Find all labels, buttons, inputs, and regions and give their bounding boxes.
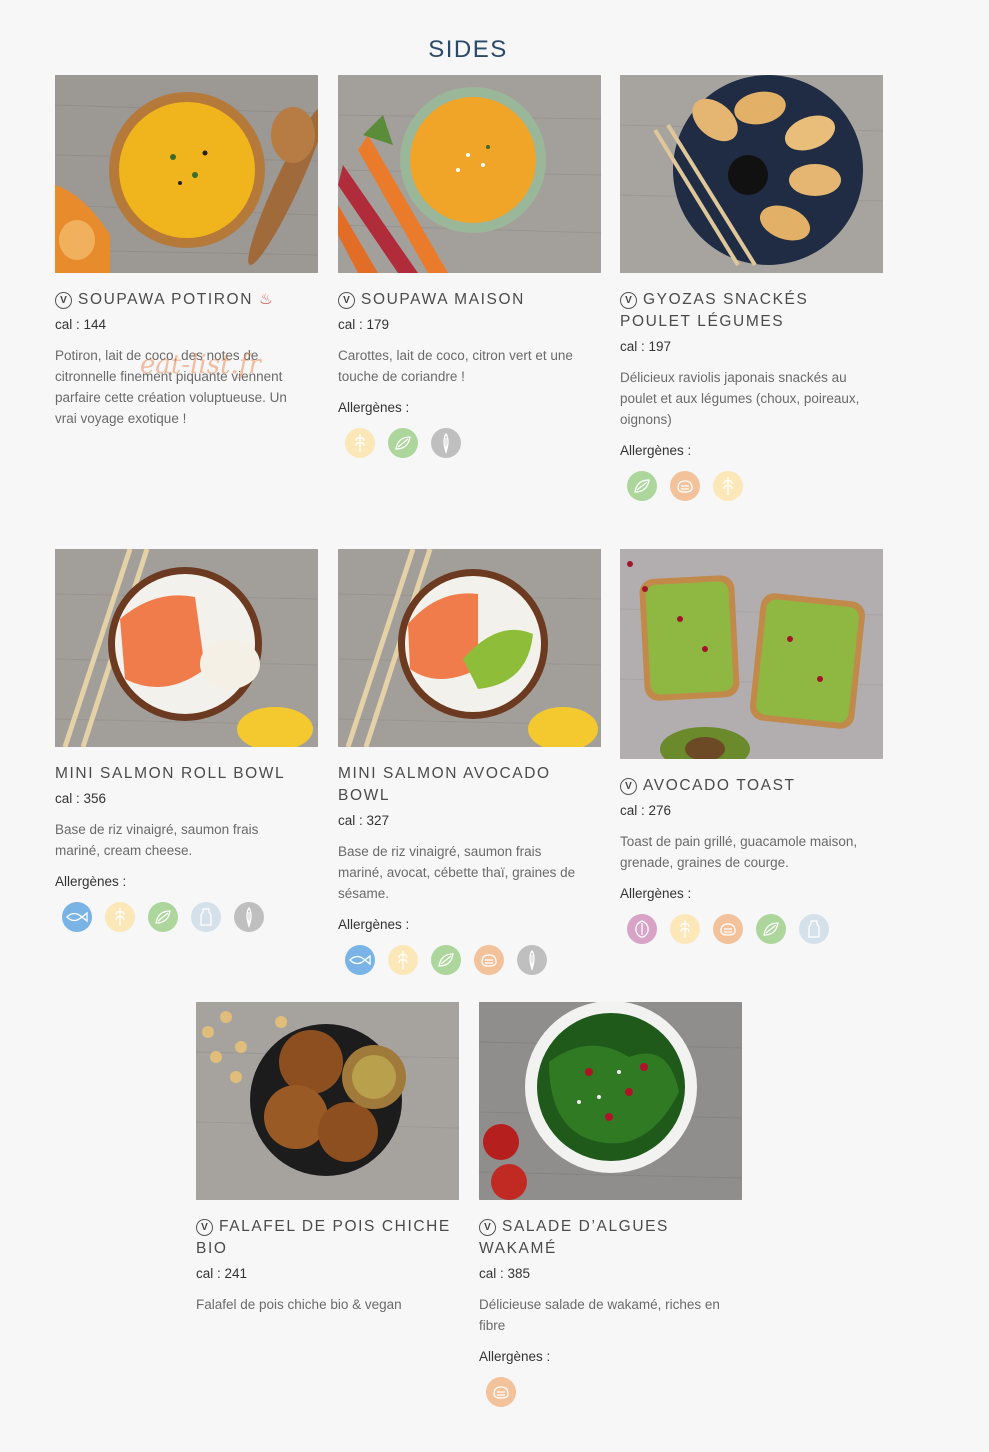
milk-icon: [191, 902, 221, 932]
allergen-list: [338, 428, 601, 458]
dish-photo[interactable]: [338, 549, 601, 747]
calories: cal : 356: [55, 791, 107, 806]
calories: cal : 327: [338, 813, 390, 828]
dish-photo[interactable]: [196, 1002, 459, 1200]
allergen-list: [479, 1377, 742, 1407]
item-title: v SALADE D’ALGUES WAKAMÉ: [479, 1218, 669, 1257]
item-description: Carottes, lait de coco, citron vert et u…: [338, 348, 573, 384]
page-title: SIDES: [428, 36, 508, 64]
hot-dish-icon: ♨: [259, 291, 273, 308]
item-description: Base de riz vinaigré, saumon frais marin…: [338, 844, 576, 901]
soy-icon: [756, 914, 786, 944]
gluten-icon: [345, 428, 375, 458]
item-title: v GYOZAS SNACKÉS POULET LÉGUMES: [620, 291, 809, 330]
dish-photo[interactable]: [55, 549, 318, 747]
item-description: Falafel de pois chiche bio & vegan: [196, 1297, 402, 1312]
gluten-icon: [670, 914, 700, 944]
menu-item-card[interactable]: MINI SALMON ROLL BOWL cal : 356 Base de …: [55, 549, 318, 932]
allergens-label: Allergènes :: [620, 886, 692, 901]
item-description: Potiron, lait de coco, des notes de citr…: [55, 348, 287, 426]
item-title: v AVOCADO TOAST: [620, 775, 883, 797]
item-title: v FALAFEL DE POIS CHICHE BIO: [196, 1218, 451, 1257]
calories: cal : 179: [338, 317, 390, 332]
item-description: Toast de pain grillé, guacamole maison, …: [620, 834, 858, 870]
gluten-icon: [713, 471, 743, 501]
calories: cal : 385: [479, 1266, 531, 1281]
item-title: v SOUPAWA MAISON: [338, 289, 601, 311]
allergens-label: Allergènes :: [479, 1349, 551, 1364]
dish-photo[interactable]: [338, 75, 601, 273]
item-title: MINI SALMON AVOCADO BOWL: [338, 765, 551, 804]
sesame-icon: [431, 428, 461, 458]
soy-icon: [627, 471, 657, 501]
calories: cal : 197: [620, 339, 672, 354]
soy-icon: [431, 945, 461, 975]
soy-icon: [148, 902, 178, 932]
item-description: Délicieux raviolis japonais snackés au p…: [620, 370, 860, 427]
menu-item-card[interactable]: v SALADE D’ALGUES WAKAMÉ cal : 385 Délici…: [479, 1002, 742, 1407]
item-title: v SOUPAWA POTIRON ♨: [55, 289, 318, 311]
vegetarian-icon: v: [55, 292, 72, 309]
vegetarian-icon: v: [620, 778, 637, 795]
sesame-icon: [234, 902, 264, 932]
egg-icon: [474, 945, 504, 975]
egg-icon: [713, 914, 743, 944]
menu-item-card[interactable]: v GYOZAS SNACKÉS POULET LÉGUMES cal : 197…: [620, 75, 883, 501]
nuts-icon: [627, 914, 657, 944]
milk-icon: [799, 914, 829, 944]
allergens-label: Allergènes :: [620, 443, 692, 458]
allergens-label: Allergènes :: [338, 400, 410, 415]
egg-icon: [486, 1377, 516, 1407]
dish-photo[interactable]: [620, 549, 883, 759]
calories: cal : 241: [196, 1266, 248, 1281]
allergen-list: [620, 914, 883, 944]
item-title: MINI SALMON ROLL BOWL: [55, 765, 286, 782]
item-description: Délicieuse salade de wakamé, riches en f…: [479, 1297, 720, 1333]
egg-icon: [670, 471, 700, 501]
menu-item-card[interactable]: v FALAFEL DE POIS CHICHE BIO cal : 241 Fa…: [196, 1002, 459, 1315]
allergens-label: Allergènes :: [55, 874, 127, 889]
vegetarian-icon: v: [338, 292, 355, 309]
menu-item-card[interactable]: v SOUPAWA MAISON cal : 179 Carottes, lait…: [338, 75, 601, 458]
dish-photo[interactable]: [55, 75, 318, 273]
allergen-list: [55, 902, 318, 932]
calories: cal : 144: [55, 317, 107, 332]
allergens-label: Allergènes :: [338, 917, 410, 932]
fish-icon: [345, 945, 375, 975]
vegetarian-icon: v: [620, 292, 637, 309]
item-description: Base de riz vinaigré, saumon frais marin…: [55, 822, 259, 858]
vegetarian-icon: v: [479, 1219, 496, 1236]
dish-photo[interactable]: [620, 75, 883, 273]
menu-item-card[interactable]: v AVOCADO TOAST cal : 276 Toast de pain g…: [620, 549, 883, 944]
allergen-list: [620, 471, 883, 501]
soy-icon: [388, 428, 418, 458]
gluten-icon: [105, 902, 135, 932]
fish-icon: [62, 902, 92, 932]
vegetarian-icon: v: [196, 1219, 213, 1236]
menu-item-card[interactable]: MINI SALMON AVOCADO BOWL cal : 327 Base …: [338, 549, 601, 975]
calories: cal : 276: [620, 803, 672, 818]
allergen-list: [338, 945, 601, 975]
gluten-icon: [388, 945, 418, 975]
menu-item-card[interactable]: v SOUPAWA POTIRON ♨ cal : 144 Potiron, lai…: [55, 75, 318, 429]
sesame-icon: [517, 945, 547, 975]
dish-photo[interactable]: [479, 1002, 742, 1200]
